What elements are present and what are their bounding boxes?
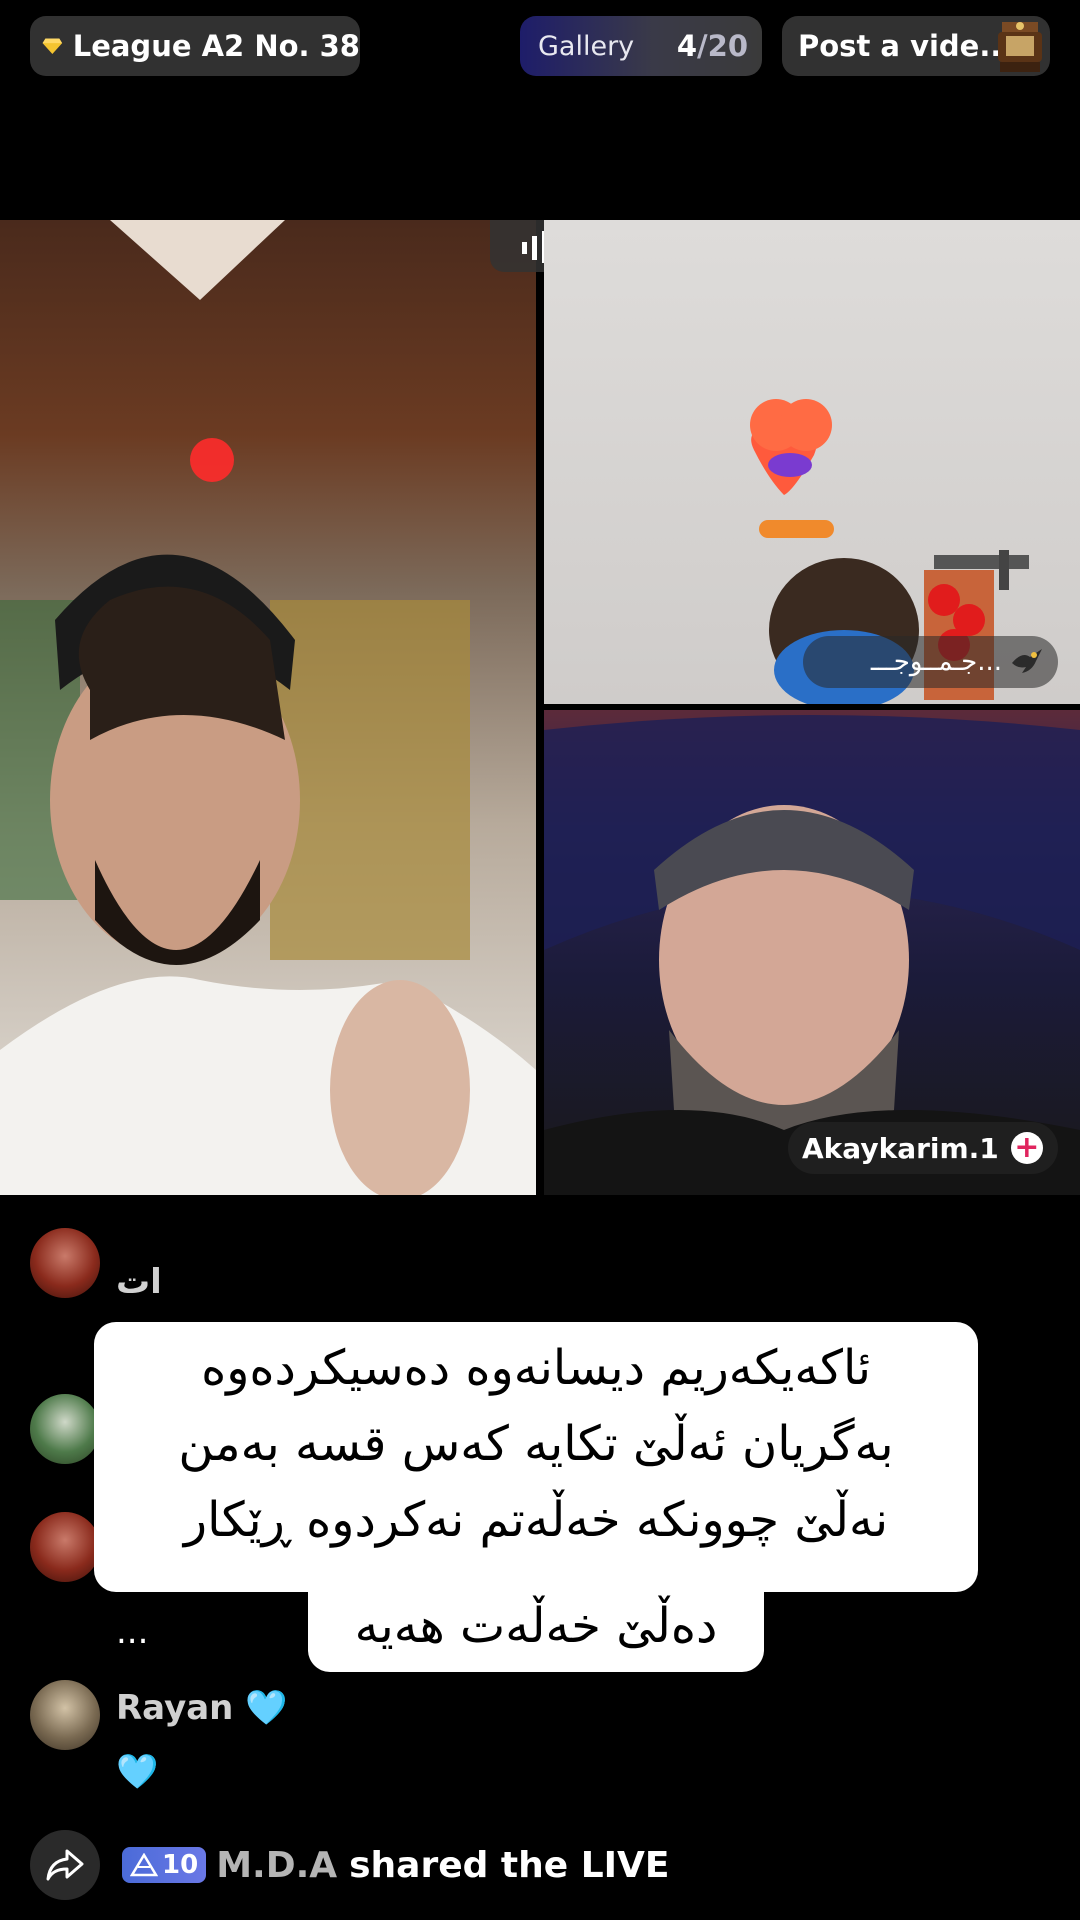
- guest-2-username: Akaykarim.1: [802, 1131, 999, 1165]
- guest-1-name-chip[interactable]: جـمــوجـــ...: [803, 636, 1058, 688]
- caption-line: ئاکەیکەریم دیسانەوە دەسیکردەوە: [201, 1340, 871, 1396]
- video-tile-guest-1[interactable]: [544, 220, 1080, 704]
- chat-message: 🩵: [116, 1752, 159, 1792]
- avatar[interactable]: [30, 1228, 100, 1298]
- share-text: shared the LIVE: [349, 1844, 670, 1886]
- diamond-icon: [42, 38, 63, 55]
- triangle-level-icon: [130, 1853, 158, 1877]
- caption-line: نەڵێ چوونکە خەڵەتم نەکردوە ڕێکار: [183, 1492, 889, 1548]
- throne-icon: [994, 16, 1046, 76]
- post-video-label: Post a vide...: [798, 29, 1013, 63]
- caption-box-last: دەڵێ خەڵەت هەیە: [308, 1588, 764, 1672]
- gallery-count: 4/20: [676, 29, 748, 63]
- league-badge[interactable]: League A2 No. 38: [30, 16, 360, 76]
- level-badge: 10: [122, 1847, 207, 1883]
- eagle-icon: [1012, 649, 1042, 673]
- chat-username[interactable]: ات: [116, 1262, 162, 1302]
- share-arrow-icon: [46, 1849, 84, 1881]
- avatar[interactable]: [30, 1680, 100, 1750]
- guest-1-username: جـمــوجـــ...: [870, 647, 1002, 677]
- chat-username[interactable]: Rayan 🩵: [116, 1688, 288, 1728]
- caption-line: بەگریان ئەڵێ تکایە کەس قسە بەمن: [178, 1416, 894, 1472]
- guest-1-video-frame: [750, 399, 1029, 704]
- follow-plus-icon[interactable]: +: [1010, 1132, 1043, 1164]
- share-button[interactable]: [30, 1830, 100, 1900]
- caption-overlay: ئاکەیکەریم دیسانەوە دەسیکردەوە بەگریان ئ…: [0, 1322, 1080, 1672]
- guest-2-name-chip[interactable]: Akaykarim.1 +: [788, 1122, 1058, 1174]
- gallery-label: Gallery: [538, 30, 635, 62]
- level-number: 10: [162, 1850, 199, 1880]
- host-video-frame: [0, 220, 536, 1195]
- gallery-button[interactable]: Gallery 4/20: [520, 16, 762, 76]
- caption-box: ئاکەیکەریم دیسانەوە دەسیکردەوە بەگریان ئ…: [94, 1322, 978, 1592]
- caption-line: دەڵێ خەڵەت هەیە: [354, 1598, 718, 1654]
- post-video-button[interactable]: Post a vide...: [782, 16, 1050, 76]
- share-username[interactable]: M.D.A: [216, 1845, 337, 1886]
- league-label: League A2 No. 38: [72, 29, 360, 63]
- video-tile-host[interactable]: [0, 220, 536, 1195]
- share-notification: 10 M.D.A shared the LIVE: [30, 1830, 670, 1900]
